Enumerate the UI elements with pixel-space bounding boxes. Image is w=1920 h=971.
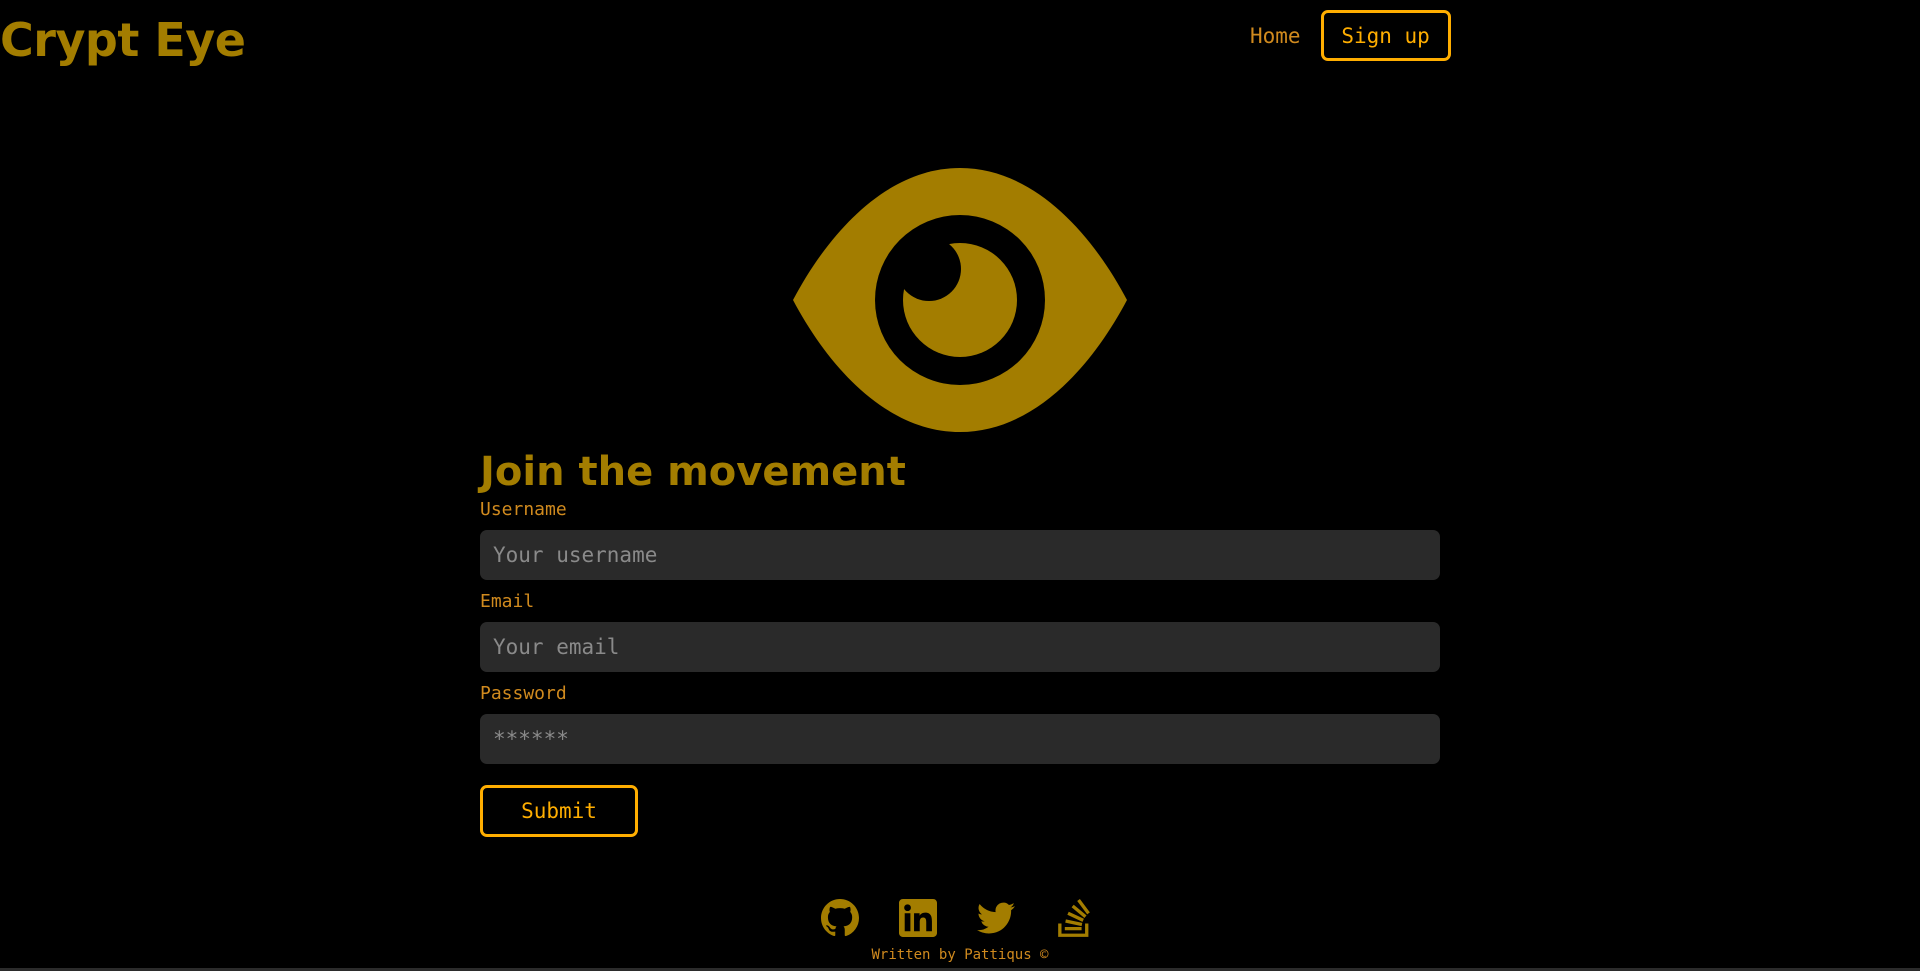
eye-icon: [793, 168, 1127, 432]
password-label: Password: [480, 683, 567, 704]
nav-home-link[interactable]: Home: [1250, 24, 1301, 48]
submit-button[interactable]: Submit: [480, 785, 638, 837]
brand-logo-text[interactable]: Crypt Eye: [0, 8, 246, 72]
github-icon: [821, 899, 859, 937]
username-input[interactable]: [480, 530, 1440, 580]
twitter-icon: [977, 902, 1015, 934]
linkedin-link[interactable]: [899, 899, 937, 937]
footer: Written by Pattiqus ©: [0, 896, 1920, 964]
email-input[interactable]: [480, 622, 1440, 672]
password-input[interactable]: [480, 714, 1440, 764]
top-nav: Home Sign up: [1224, 10, 1451, 61]
footer-credit: Written by Pattiqus ©: [871, 947, 1049, 963]
stackoverflow-link[interactable]: [1055, 899, 1093, 937]
linkedin-icon: [899, 899, 937, 937]
stackoverflow-icon: [1058, 899, 1090, 937]
social-links: [0, 896, 1920, 940]
form-title: Join the movement: [480, 449, 906, 495]
github-link[interactable]: [821, 899, 859, 937]
nav-signup-button[interactable]: Sign up: [1320, 10, 1451, 61]
twitter-link[interactable]: [977, 899, 1015, 937]
signup-form: Join the movement Username Email Passwor…: [480, 446, 1440, 837]
username-label: Username: [480, 499, 567, 520]
email-label: Email: [480, 591, 535, 612]
